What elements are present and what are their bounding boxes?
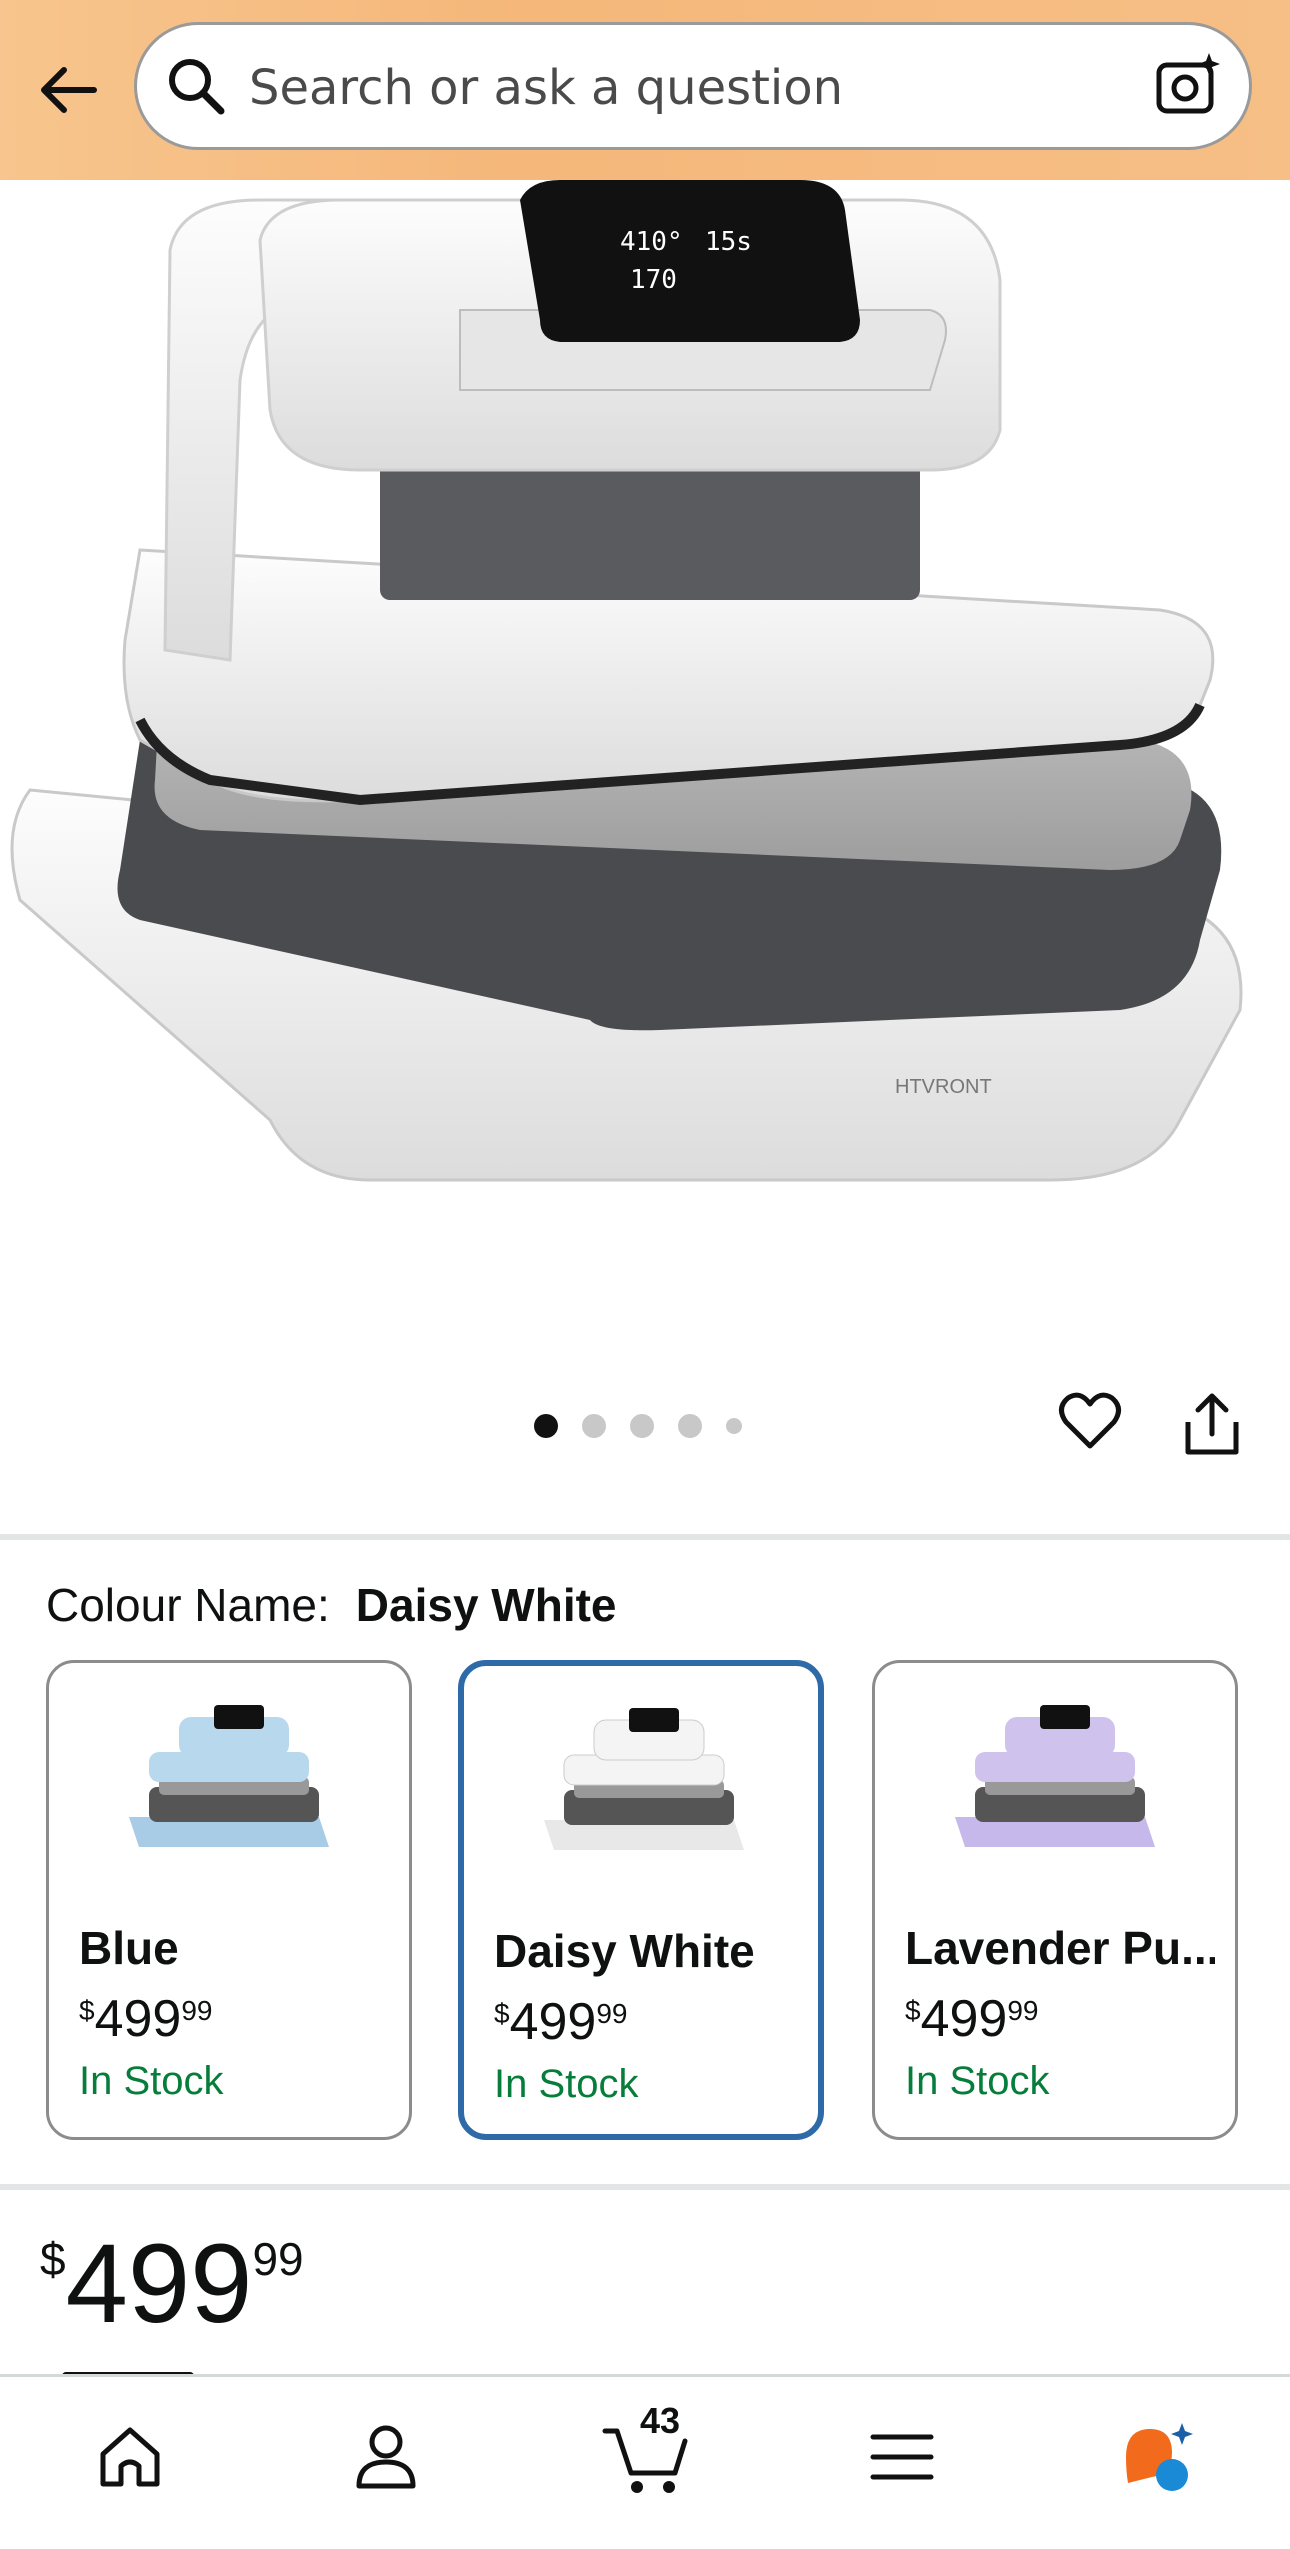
top-bar bbox=[0, 0, 1290, 180]
currency-symbol: $ bbox=[494, 1998, 510, 2029]
variation-label: Colour Name: Daisy White bbox=[46, 1578, 617, 1632]
rufus-assistant-icon[interactable] bbox=[1108, 2407, 1208, 2507]
variation-thumbnail bbox=[129, 1705, 329, 1847]
cart-count-badge: 43 bbox=[639, 2400, 681, 2441]
price-fraction: 99 bbox=[252, 2233, 304, 2285]
pagination-dot[interactable] bbox=[678, 1414, 702, 1438]
currency-symbol: $ bbox=[40, 2233, 66, 2285]
price-fraction: 99 bbox=[181, 1995, 213, 2026]
pagination-dot[interactable] bbox=[630, 1414, 654, 1438]
variation-option-lavender[interactable]: Lavender Pu... $49999 In Stock bbox=[872, 1660, 1238, 2140]
search-input[interactable] bbox=[247, 47, 1131, 129]
search-bar[interactable] bbox=[134, 22, 1252, 150]
svg-text:410°: 410° bbox=[620, 227, 683, 257]
variation-selected-value: Daisy White bbox=[355, 1579, 617, 1631]
home-icon[interactable] bbox=[80, 2407, 180, 2507]
variation-option-price: $49999 bbox=[79, 1989, 213, 2049]
variation-option-price: $49999 bbox=[905, 1989, 1039, 2049]
account-icon[interactable] bbox=[336, 2407, 436, 2507]
availability-text: In Stock bbox=[494, 2062, 639, 2106]
price-whole: 499 bbox=[94, 1990, 182, 2048]
image-pagination bbox=[534, 1414, 742, 1438]
variation-option-blue[interactable]: Blue $49999 In Stock bbox=[46, 1660, 412, 2140]
variation-thumbnail bbox=[544, 1708, 744, 1850]
price-whole: 499 bbox=[65, 2221, 253, 2346]
price-fraction: 99 bbox=[596, 1998, 628, 2029]
search-icon bbox=[165, 55, 227, 121]
variation-option-price: $49999 bbox=[494, 1992, 628, 2052]
variation-label-text: Colour Name: bbox=[46, 1579, 330, 1631]
price-whole: 499 bbox=[920, 1990, 1008, 2048]
menu-icon[interactable] bbox=[852, 2407, 952, 2507]
product-price: $49999 bbox=[40, 2228, 304, 2340]
currency-symbol: $ bbox=[905, 1995, 921, 2026]
currency-symbol: $ bbox=[79, 1995, 95, 2026]
svg-text:HTVRONT: HTVRONT bbox=[895, 1076, 992, 1098]
heart-icon[interactable] bbox=[1058, 1390, 1122, 1458]
svg-text:170: 170 bbox=[630, 265, 677, 295]
variation-thumbnail bbox=[955, 1705, 1155, 1847]
availability-text: In Stock bbox=[79, 2059, 224, 2103]
product-image[interactable]: 410° 15s 170 HTVRONT bbox=[0, 180, 1290, 1330]
price-whole: 499 bbox=[509, 1993, 597, 2051]
divider bbox=[0, 2184, 1290, 2190]
pagination-dot[interactable] bbox=[534, 1414, 558, 1438]
variation-option-daisy-white[interactable]: Daisy White $49999 In Stock bbox=[458, 1660, 824, 2140]
svg-text:15s: 15s bbox=[705, 227, 752, 257]
pagination-dot[interactable] bbox=[582, 1414, 606, 1438]
variation-option-name: Daisy White bbox=[494, 1925, 755, 1977]
back-arrow-icon[interactable] bbox=[28, 50, 108, 130]
variation-option-name: Blue bbox=[79, 1922, 179, 1974]
divider bbox=[0, 1534, 1290, 1540]
variation-option-name: Lavender Pu... bbox=[905, 1922, 1215, 1974]
pagination-dot[interactable] bbox=[726, 1418, 742, 1434]
price-fraction: 99 bbox=[1007, 1995, 1039, 2026]
camera-lens-icon[interactable] bbox=[1153, 51, 1223, 125]
availability-text: In Stock bbox=[905, 2059, 1050, 2103]
share-icon[interactable] bbox=[1182, 1392, 1242, 1462]
